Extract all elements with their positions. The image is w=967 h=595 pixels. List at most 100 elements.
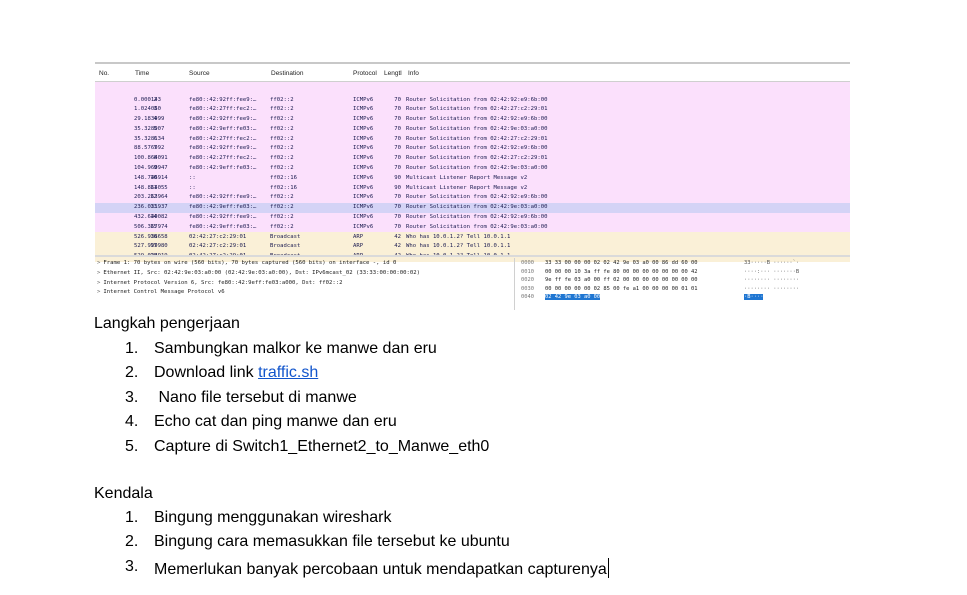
detail-text: Internet Protocol Version 6, Src: fe80::… (103, 279, 343, 286)
col-destination[interactable]: Destination (271, 70, 304, 77)
packet-info: Router Solicitation from 02:42:9e:03:a0:… (406, 223, 548, 230)
hex-row[interactable]: 0010 00 00 00 10 3a ff fe 80 00 00 00 00… (521, 269, 849, 278)
list-number: 3. (125, 388, 139, 406)
packet-time: 236.031937 (134, 204, 168, 211)
hex-row[interactable]: 0020 9e ff fe 03 a0 00 ff 02 00 00 00 00… (521, 277, 849, 286)
packet-time: 104.960947 (134, 165, 168, 172)
packet-source: fe80::42:92ff:fee9:… (189, 214, 257, 221)
packet-protocol: ARP (353, 233, 364, 240)
issue-text-with-caret[interactable]: Memerlukan banyak percobaan untuk mendap… (154, 557, 609, 579)
packet-protocol: ICMPv6 (353, 214, 374, 221)
col-length[interactable]: Lengtl (384, 70, 402, 77)
packet-time: 526.938658 (134, 233, 168, 240)
packet-bytes: 0000 33 33 00 00 00 02 02 42 9e 03 a0 00… (521, 260, 849, 305)
packet-length: 70 (394, 155, 401, 162)
packet-info: Router Solicitation from 02:42:9e:03:a0:… (406, 204, 548, 211)
packet-info: Router Solicitation from 02:42:27:c2:29:… (406, 135, 548, 142)
col-source[interactable]: Source (189, 70, 210, 77)
packet-row[interactable]: 5 35.328007 fe80::42:9eff:fe03:… ff02::2 ICM… (95, 124, 850, 135)
detail-icmpv6[interactable]: > Internet Control Message Protocol v6 (97, 289, 512, 299)
hex-bytes: 9e ff fe 03 a0 00 ff 02 00 00 00 00 00 0… (545, 277, 698, 284)
traffic-link[interactable]: traffic.sh (258, 364, 318, 381)
packet-info: Router Solicitation from 02:42:92:e9:6b:… (406, 96, 548, 103)
packet-protocol: ICMPv6 (353, 106, 374, 113)
packet-length: 70 (394, 145, 401, 152)
packet-length: 42 (394, 243, 401, 250)
col-protocol[interactable]: Protocol (353, 70, 377, 77)
packet-length: 70 (394, 116, 401, 123)
packet-length: 70 (394, 223, 401, 230)
step-text-with-link: Download link traffic.sh (154, 364, 318, 382)
packet-time: 527.999980 (134, 243, 168, 250)
packet-destination: ff02::2 (270, 214, 294, 221)
hex-offset: 0030 (521, 285, 534, 292)
detail-ethernet[interactable]: > Ethernet II, Src: 02:42:9e:03:a0:00 (02… (97, 270, 512, 280)
packet-protocol: ICMPv6 (353, 135, 374, 142)
packet-info: Multicast Listener Report Message v2 (406, 174, 528, 181)
packet-protocol: ARP (353, 243, 364, 250)
packet-destination: ff02::2 (270, 106, 294, 113)
packet-length: 90 (394, 184, 401, 191)
packet-source: 02:42:27:c2:29:01 (189, 243, 247, 250)
packet-row[interactable]: 16 526.938658 02:42:27:c2:29:01 Broadcast AR… (95, 232, 850, 242)
detail-text: Ethernet II, Src: 02:42:9e:03:a0:00 (02:… (103, 269, 420, 276)
packet-destination: ff02::2 (270, 204, 294, 211)
wireshark-screenshot: No. Time Source Destination Protocol Len… (95, 62, 850, 310)
list-number: 4. (125, 413, 139, 431)
packet-destination: ff02::2 (270, 135, 294, 142)
packet-row[interactable]: 15 506.367974 fe80::42:9eff:fe03:… ff02::2 I… (95, 222, 850, 233)
packet-row[interactable]: 6 35.328134 fe80::42:27ff:fec2:… ff02::2 ICM… (95, 134, 850, 144)
detail-ipv6[interactable]: > Internet Protocol Version 6, Src: fe80:… (97, 280, 512, 290)
packet-time: 148.864055 (134, 184, 168, 191)
packet-destination: ff02::2 (270, 194, 294, 201)
detail-frame[interactable]: > Frame 1: 70 bytes on wire (560 bits), 7… (97, 260, 512, 270)
packet-info: Who has 10.0.1.2? Tell 10.0.1.1 (406, 243, 511, 250)
packet-row[interactable]: 4 29.183999 fe80::42:92ff:fee9:… ff02::2 ICM… (95, 114, 850, 125)
hex-row-selected[interactable]: 0040 02 42 9e 03 a0 00 ·B···· (521, 294, 849, 303)
packet-rows: 2 0.000143 fe80::42:92ff:fee9:… ff02::2 ICMP… (95, 95, 850, 262)
packet-time: 148.746914 (134, 174, 168, 181)
packet-source: fe80::42:92ff:fee9:… (189, 96, 257, 103)
packet-row[interactable]: 10 148.746914:: ff02::16 ICMPv6 90 Multicast … (95, 173, 850, 184)
packet-destination: ff02::2 (270, 125, 294, 132)
packet-destination: ff02::2 (270, 116, 294, 123)
packet-row[interactable]: 2 0.000143 fe80::42:92ff:fee9:… ff02::2 ICMP… (95, 95, 850, 105)
packet-time: 35.328007 (134, 125, 165, 132)
list-number: 1. (125, 509, 139, 526)
packet-info: Router Solicitation from 02:42:9e:03:a0:… (406, 165, 548, 172)
text-cursor (607, 557, 609, 578)
hex-row[interactable]: 0030 00 00 00 00 00 02 85 00 fe a1 00 00… (521, 286, 849, 295)
hex-offset: 0000 (521, 260, 534, 266)
hex-row[interactable]: 0000 33 33 00 00 00 02 02 42 9e 03 a0 00… (521, 260, 849, 269)
packet-row[interactable]: 11 148.864055:: ff02::16 ICMPv6 90 Multicast … (95, 183, 850, 193)
packet-source: fe80::42:9eff:fe03:… (189, 125, 257, 132)
packet-info: Router Solicitation from 02:42:92:e9:6b:… (406, 116, 548, 123)
packet-row[interactable]: 14 432.640082 fe80::42:92ff:fee9:… ff02::2 I… (95, 212, 850, 223)
issue-text: Bingung cara memasukkan file tersebut ke… (154, 533, 510, 551)
hex-ascii-highlighted: ·B···· (744, 294, 764, 301)
packet-row[interactable]: 3 1.024060 fe80::42:27ff:fec2:… ff02::2 ICMP… (95, 104, 850, 115)
packet-time: 35.328134 (134, 135, 165, 142)
packet-length: 70 (394, 106, 401, 113)
packet-row[interactable]: 7 88.576992 fe80::42:92ff:fee9:… ff02::2 ICM… (95, 143, 850, 154)
hex-bytes: 00 00 00 10 3a ff fe 80 00 00 00 00 00 0… (545, 268, 698, 275)
packet-destination: ff02::2 (270, 165, 294, 172)
packet-time: 100.864091 (134, 155, 168, 162)
packet-row[interactable]: 12 203.263964 fe80::42:92ff:fee9:… ff02::2 I… (95, 192, 850, 203)
col-no[interactable]: No. (99, 70, 109, 77)
packet-row[interactable]: 9 104.960947 fe80::42:9eff:fe03:… ff02::2 IC… (95, 163, 850, 174)
packet-source: fe80::42:27ff:fec2:… (189, 106, 257, 113)
packet-row-top (95, 82, 850, 95)
packet-row-selected[interactable]: 13 236.031937 fe80::42:9eff:fe03:… ff02::2 I… (95, 202, 850, 213)
packet-info: Router Solicitation from 02:42:9e:03:a0:… (406, 125, 548, 132)
packet-destination: ff02::2 (270, 155, 294, 162)
packet-protocol: ICMPv6 (353, 145, 374, 152)
hex-ascii: ········ ········ (744, 277, 800, 284)
packet-source: fe80::42:9eff:fe03:… (189, 165, 257, 172)
packet-time: 506.367974 (134, 223, 168, 230)
packet-row[interactable]: 8 100.864091 fe80::42:27ff:fec2:… ff02::2 IC… (95, 153, 850, 164)
col-info[interactable]: Info (408, 70, 419, 77)
packet-row[interactable]: 17 527.999980 02:42:27:c2:29:01 Broadcast AR… (95, 241, 850, 252)
pane-divider[interactable] (95, 255, 850, 257)
col-time[interactable]: Time (135, 70, 149, 77)
